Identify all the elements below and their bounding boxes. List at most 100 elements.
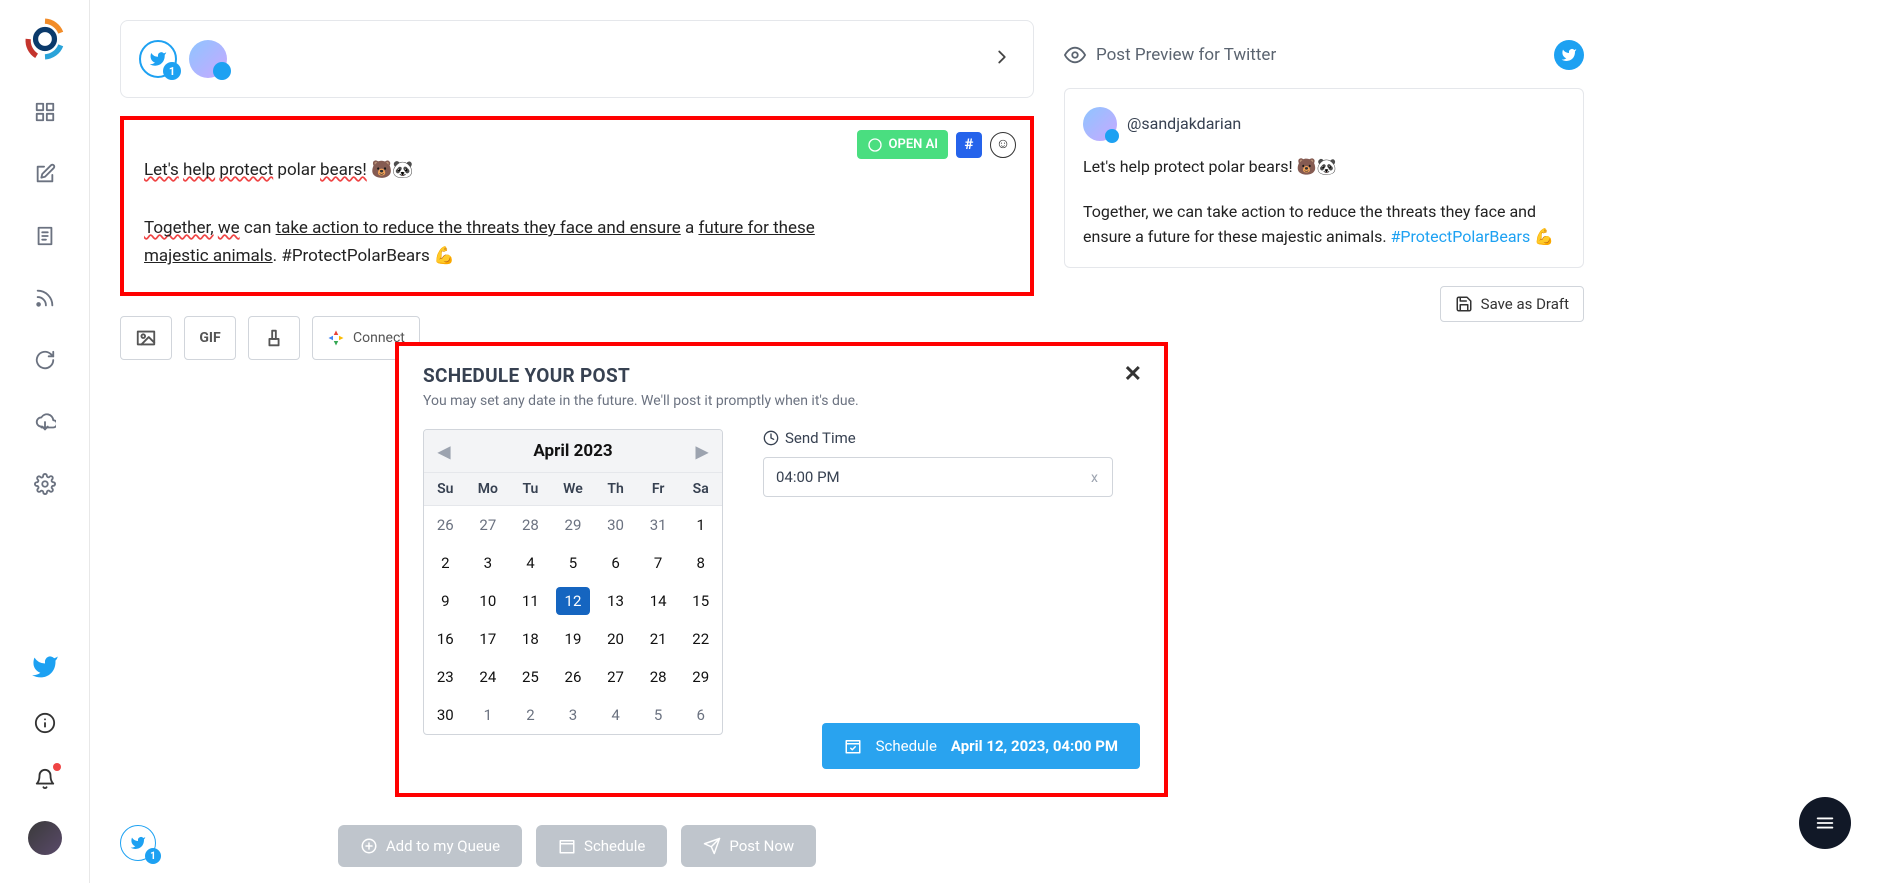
calendar-day[interactable]: 27: [594, 658, 637, 696]
calendar-day[interactable]: 11: [509, 582, 552, 620]
calendar-day[interactable]: 18: [509, 620, 552, 658]
calendar-day[interactable]: 7: [637, 544, 680, 582]
calendar-day[interactable]: 1: [679, 506, 722, 544]
t: . #ProtectPolarBears 💪: [273, 246, 455, 266]
prev-month-icon[interactable]: ◀: [438, 442, 450, 461]
floating-menu-button[interactable]: [1799, 797, 1851, 849]
calendar-day[interactable]: 29: [552, 506, 595, 544]
calendar-day[interactable]: 26: [552, 658, 595, 696]
calendar-day[interactable]: 3: [467, 544, 510, 582]
hashtag-button[interactable]: #: [956, 132, 982, 158]
calendar-day[interactable]: 13: [594, 582, 637, 620]
calendar-day[interactable]: 27: [467, 506, 510, 544]
calendar-day[interactable]: 20: [594, 620, 637, 658]
clear-time-icon[interactable]: x: [1091, 470, 1098, 486]
post-now-button[interactable]: Post Now: [681, 825, 816, 867]
nav-document-icon[interactable]: [31, 222, 59, 250]
calendar-day[interactable]: 2: [424, 544, 467, 582]
plus-circle-icon: [360, 837, 378, 855]
notifications-icon[interactable]: [31, 765, 59, 793]
t: 🐻🐼: [371, 160, 413, 180]
calendar-day[interactable]: 8: [679, 544, 722, 582]
calendar-dow: Th: [594, 473, 637, 505]
calendar-day[interactable]: 5: [552, 544, 595, 582]
calendar-day[interactable]: 30: [594, 506, 637, 544]
modal-title: SCHEDULE YOUR POST: [423, 364, 1140, 387]
preview-avatar: [1083, 107, 1117, 141]
calendar-day[interactable]: 29: [679, 658, 722, 696]
nav-compose-icon[interactable]: [31, 160, 59, 188]
save-icon: [1455, 295, 1473, 313]
t: Together,: [144, 218, 214, 238]
sidebar: [0, 0, 90, 883]
calendar-day[interactable]: 31: [637, 506, 680, 544]
save-draft-label: Save as Draft: [1481, 295, 1569, 313]
twitter-icon[interactable]: [31, 653, 59, 681]
nav-refresh-icon[interactable]: [31, 346, 59, 374]
save-draft-button[interactable]: Save as Draft: [1440, 286, 1584, 322]
calendar-day[interactable]: 3: [552, 696, 595, 734]
preview-header: Post Preview for Twitter: [1064, 40, 1584, 70]
nav-settings-icon[interactable]: [31, 470, 59, 498]
calendar-month: April 2023: [533, 441, 612, 461]
calendar-day[interactable]: 4: [509, 544, 552, 582]
calendar-day[interactable]: 26: [424, 506, 467, 544]
calendar-day[interactable]: 10: [467, 582, 510, 620]
openai-icon: [867, 137, 883, 153]
calendar-day[interactable]: 17: [467, 620, 510, 658]
t: Let's: [144, 160, 179, 180]
calendar-day[interactable]: 2: [509, 696, 552, 734]
calendar-day[interactable]: 6: [594, 544, 637, 582]
send-time-label: Send Time: [785, 429, 856, 447]
calendar-day[interactable]: 5: [637, 696, 680, 734]
nav-download-icon[interactable]: [31, 408, 59, 436]
attach-upload-button[interactable]: [248, 316, 300, 360]
calendar-day[interactable]: 25: [509, 658, 552, 696]
calendar-day[interactable]: 28: [509, 506, 552, 544]
calendar-day[interactable]: 19: [552, 620, 595, 658]
calendar-day[interactable]: 4: [594, 696, 637, 734]
calendar-dow: Su: [424, 473, 467, 505]
t: future for these: [698, 218, 814, 238]
twitter-account-badge: 1: [139, 40, 177, 78]
emoji-button[interactable]: ☺: [990, 132, 1016, 158]
calendar-day[interactable]: 16: [424, 620, 467, 658]
calendar-day[interactable]: 23: [424, 658, 467, 696]
calendar-day[interactable]: 12: [552, 582, 595, 620]
t: polar: [277, 160, 315, 180]
preview-hashtag[interactable]: #ProtectPolarBears: [1391, 227, 1531, 246]
modal-subtitle: You may set any date in the future. We'l…: [423, 393, 1140, 409]
calendar-day[interactable]: 9: [424, 582, 467, 620]
app-logo: [24, 18, 66, 60]
calendar-day[interactable]: 6: [679, 696, 722, 734]
calendar-day[interactable]: 15: [679, 582, 722, 620]
calendar-day[interactable]: 21: [637, 620, 680, 658]
calendar-day[interactable]: 14: [637, 582, 680, 620]
calendar-day[interactable]: 24: [467, 658, 510, 696]
user-avatar[interactable]: [28, 821, 62, 855]
attach-gif-button[interactable]: GIF: [184, 316, 236, 360]
preview-handle: @sandjakdarian: [1127, 112, 1241, 137]
l: Add to my Queue: [386, 837, 500, 855]
calendar-day[interactable]: 22: [679, 620, 722, 658]
next-month-icon[interactable]: ▶: [696, 442, 708, 461]
info-icon[interactable]: [31, 709, 59, 737]
send-icon: [703, 837, 721, 855]
calendar-day[interactable]: 30: [424, 696, 467, 734]
schedule-button-bottom[interactable]: Schedule: [536, 825, 667, 867]
calendar-dow: Fr: [637, 473, 680, 505]
close-icon[interactable]: ✕: [1124, 362, 1142, 387]
calendar-day[interactable]: 28: [637, 658, 680, 696]
schedule-confirm-button[interactable]: Schedule April 12, 2023, 04:00 PM: [822, 723, 1140, 769]
nav-dashboard-icon[interactable]: [31, 98, 59, 126]
attach-image-button[interactable]: [120, 316, 172, 360]
account-selector[interactable]: 1: [120, 20, 1034, 98]
t: a: [685, 218, 694, 238]
add-to-queue-button[interactable]: Add to my Queue: [338, 825, 522, 867]
google-photos-icon: [327, 329, 345, 347]
compose-textarea[interactable]: OPEN AI # ☺ Let's help protect polar bea…: [120, 116, 1034, 296]
send-time-input[interactable]: [763, 457, 1113, 497]
openai-button[interactable]: OPEN AI: [857, 130, 948, 159]
nav-rss-icon[interactable]: [31, 284, 59, 312]
calendar-day[interactable]: 1: [467, 696, 510, 734]
